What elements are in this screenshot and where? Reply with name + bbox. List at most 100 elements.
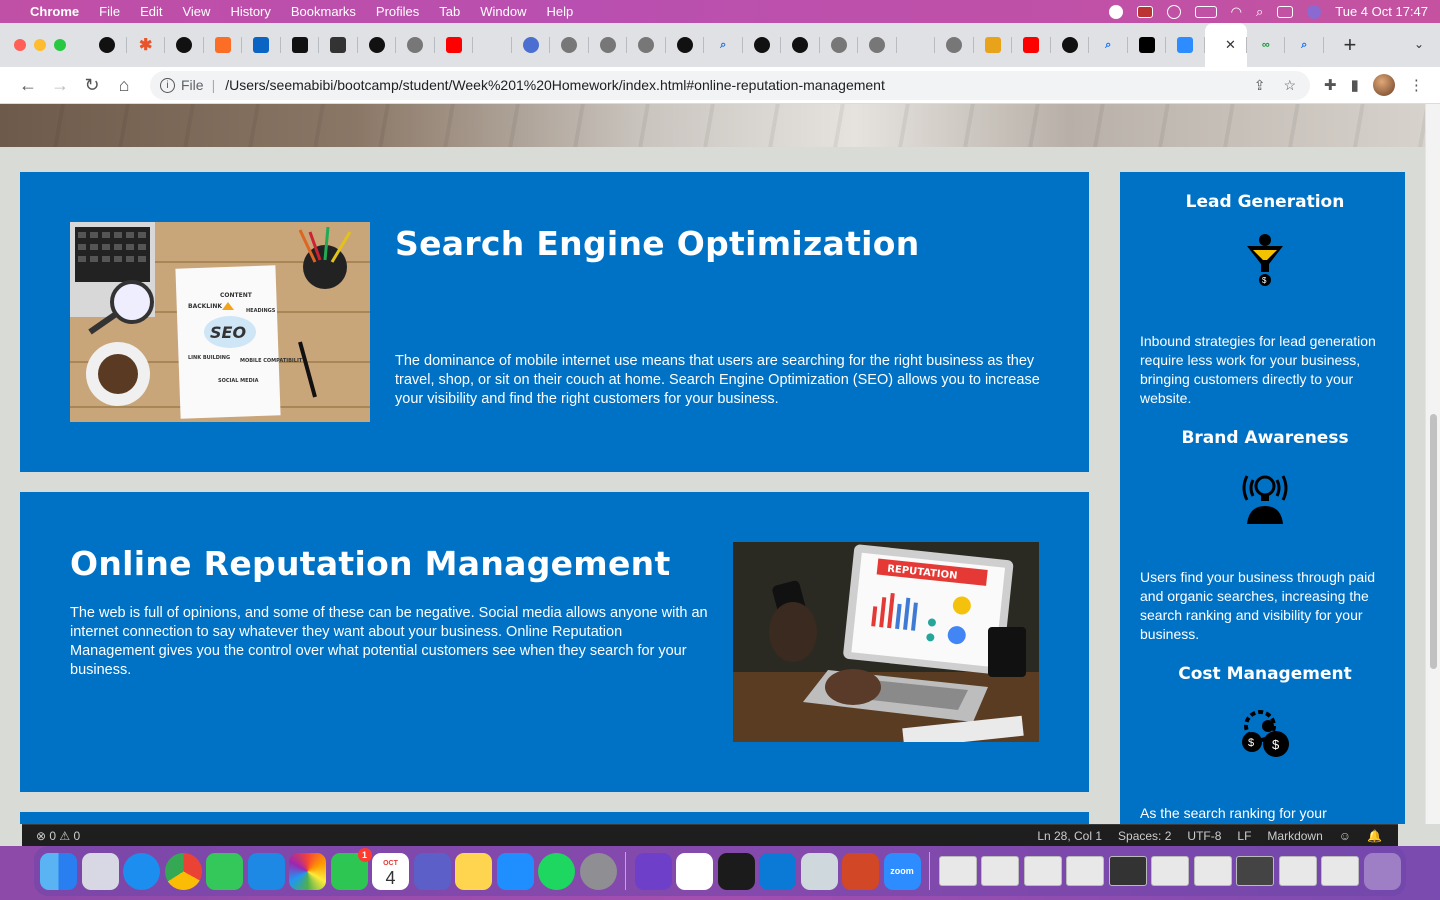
- tab-globe[interactable]: [820, 23, 859, 67]
- tab-w[interactable]: [897, 23, 936, 67]
- bookmark-star-icon[interactable]: ☆: [1283, 77, 1296, 94]
- tab-github[interactable]: [1051, 23, 1090, 67]
- tab-link[interactable]: ∞: [1247, 23, 1286, 67]
- vscode-icon[interactable]: [759, 852, 796, 890]
- side-panel-icon[interactable]: ▮: [1351, 76, 1359, 94]
- minimized-window-thumbnail[interactable]: [1278, 856, 1317, 886]
- control-center-icon[interactable]: [1277, 5, 1294, 18]
- notifications-bell-icon[interactable]: 🔔: [1367, 829, 1382, 843]
- tab-search[interactable]: ⌕: [1089, 23, 1128, 67]
- menu-app-name[interactable]: Chrome: [30, 4, 79, 19]
- menu-window[interactable]: Window: [480, 4, 526, 19]
- tab-github[interactable]: [88, 23, 127, 67]
- finder-icon[interactable]: [40, 852, 77, 890]
- tab-asterisk[interactable]: ✱: [127, 23, 166, 67]
- tab-github[interactable]: [165, 23, 204, 67]
- tab-github[interactable]: [743, 23, 782, 67]
- minimized-window-thumbnail[interactable]: [981, 856, 1019, 886]
- close-window-button[interactable]: [14, 39, 26, 51]
- spotify-icon[interactable]: [538, 852, 575, 890]
- close-tab-icon[interactable]: ✕: [1225, 37, 1236, 53]
- feedback-icon[interactable]: ☺: [1339, 829, 1351, 843]
- minimized-window-thumbnail[interactable]: [1193, 856, 1232, 886]
- line-ending[interactable]: LF: [1237, 829, 1251, 843]
- chrome-menu-icon[interactable]: ⋮: [1409, 76, 1424, 94]
- tab-m[interactable]: [281, 23, 320, 67]
- status-app-icon[interactable]: [1108, 4, 1123, 19]
- tab-globe[interactable]: [935, 23, 974, 67]
- extensions-puzzle-icon[interactable]: ✚: [1324, 76, 1337, 94]
- messages-icon[interactable]: [206, 852, 243, 890]
- github-desktop-icon[interactable]: [634, 852, 672, 890]
- minimized-window-thumbnail[interactable]: [1151, 856, 1189, 886]
- tab-search[interactable]: ⌕: [1285, 23, 1324, 67]
- spotlight-search-icon[interactable]: ⌕: [1256, 4, 1263, 20]
- new-tab-button[interactable]: +: [1344, 32, 1357, 58]
- tab-gitlab[interactable]: [204, 23, 243, 67]
- wifi-icon[interactable]: ◠: [1231, 4, 1242, 20]
- minimized-window-thumbnail[interactable]: [938, 856, 977, 886]
- menu-edit[interactable]: Edit: [140, 4, 162, 19]
- share-icon[interactable]: ⇪: [1254, 77, 1266, 94]
- tab-w[interactable]: [473, 23, 512, 67]
- facetime-icon[interactable]: 1: [330, 847, 372, 890]
- zoom-window-button[interactable]: [54, 39, 66, 51]
- menu-view[interactable]: View: [182, 4, 210, 19]
- notes-icon[interactable]: [455, 852, 492, 890]
- page-scrollbar[interactable]: [1425, 104, 1440, 824]
- back-button[interactable]: ←: [12, 75, 44, 96]
- minimize-window-button[interactable]: [34, 39, 46, 51]
- photos-icon[interactable]: [289, 852, 326, 890]
- tab-dark[interactable]: [319, 23, 358, 67]
- home-button[interactable]: ⌂: [108, 75, 140, 96]
- preview-icon[interactable]: [800, 852, 838, 890]
- tab-search-chevron-icon[interactable]: ⌄: [1414, 37, 1424, 51]
- tab-github[interactable]: [666, 23, 705, 67]
- tab-medium[interactable]: [1128, 23, 1167, 67]
- profile-avatar[interactable]: [1372, 74, 1395, 96]
- menu-file[interactable]: File: [99, 4, 120, 19]
- tab-fs[interactable]: [974, 23, 1013, 67]
- tab-search[interactable]: ⌕: [704, 23, 743, 67]
- cursor-position[interactable]: Ln 28, Col 1: [1037, 829, 1102, 843]
- problems-indicator[interactable]: ⊗ 0 ⚠ 0: [36, 829, 80, 843]
- safari-icon[interactable]: [123, 852, 160, 890]
- minimized-window-thumbnail[interactable]: [1321, 856, 1359, 886]
- calendar-icon[interactable]: OCT 4: [372, 852, 409, 890]
- minimized-window-thumbnail[interactable]: [1023, 856, 1062, 886]
- menu-help[interactable]: Help: [547, 4, 574, 19]
- tab-youtube[interactable]: [1012, 23, 1051, 67]
- minimized-window-thumbnail[interactable]: [1066, 856, 1104, 886]
- menu-tab[interactable]: Tab: [439, 4, 460, 19]
- tab-outlook[interactable]: [242, 23, 281, 67]
- menu-profiles[interactable]: Profiles: [376, 4, 419, 19]
- launchpad-icon[interactable]: [81, 852, 119, 890]
- siri-icon[interactable]: [1307, 4, 1322, 19]
- menu-clock[interactable]: Tue 4 Oct 17:47: [1335, 4, 1428, 19]
- reload-button[interactable]: ↻: [76, 75, 108, 96]
- file-encoding[interactable]: UTF-8: [1187, 829, 1221, 843]
- tab-active[interactable]: ✕: [1204, 23, 1247, 67]
- tab-youtube[interactable]: [435, 23, 474, 67]
- trash-icon[interactable]: [1363, 852, 1401, 890]
- address-url[interactable]: /Users/seemabibi/bootcamp/student/Week%2…: [225, 77, 885, 93]
- mail-icon[interactable]: [247, 852, 285, 890]
- minimized-window-thumbnail[interactable]: [1236, 856, 1274, 886]
- tab-globe[interactable]: [627, 23, 666, 67]
- tab-zoom[interactable]: [1166, 23, 1205, 67]
- tab-globe[interactable]: [589, 23, 628, 67]
- chrome-icon[interactable]: [164, 852, 202, 890]
- tab-github[interactable]: [358, 23, 397, 67]
- tab-globe[interactable]: [396, 23, 435, 67]
- terminal-icon[interactable]: [717, 852, 755, 890]
- minimized-window-thumbnail[interactable]: [1108, 856, 1147, 886]
- tab-github[interactable]: [781, 23, 820, 67]
- battery-icon[interactable]: [1194, 5, 1217, 18]
- menu-history[interactable]: History: [230, 4, 270, 19]
- system-preferences-icon[interactable]: [579, 852, 617, 890]
- forward-button[interactable]: →: [44, 75, 76, 96]
- teams-icon[interactable]: [413, 852, 451, 890]
- scrollbar-thumb[interactable]: [1430, 414, 1437, 669]
- language-mode[interactable]: Markdown: [1267, 829, 1322, 843]
- address-bar[interactable]: i File | /Users/seemabibi/bootcamp/stude…: [150, 70, 1310, 100]
